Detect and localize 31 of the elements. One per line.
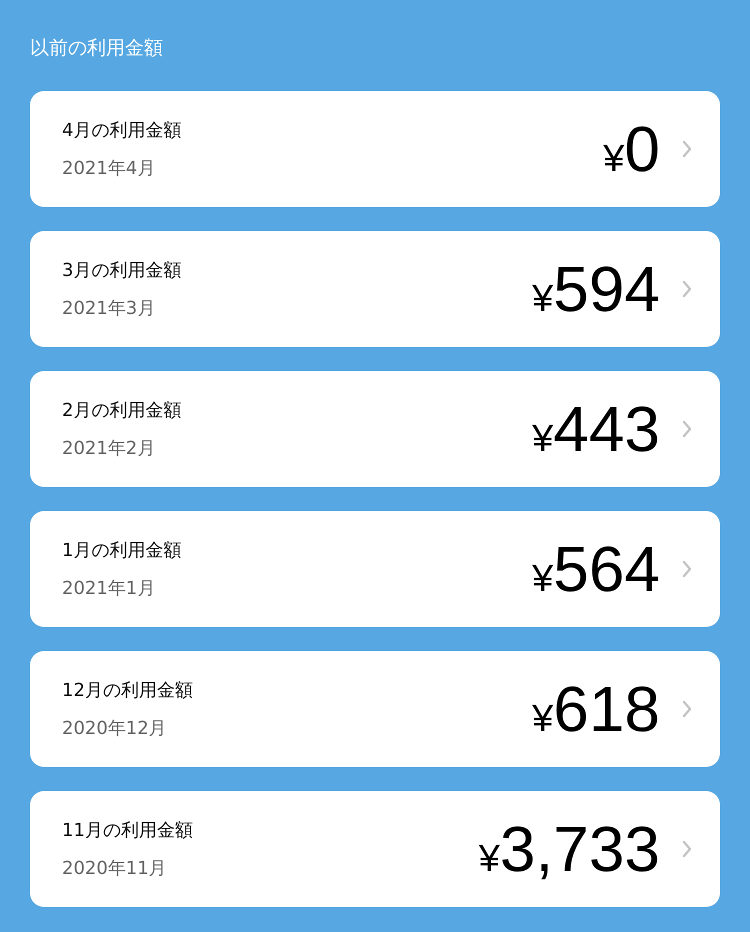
month-title: 4月の利用金額 (62, 119, 182, 142)
month-period: 2021年3月 (62, 297, 156, 320)
month-title: 2月の利用金額 (62, 399, 182, 422)
month-title: 12月の利用金額 (62, 679, 194, 702)
chevron-icon (682, 560, 692, 578)
month-period: 2021年4月 (62, 157, 156, 180)
month-card[interactable]: 4月の利用金額 2021年4月 ¥0 (30, 91, 720, 207)
amount: ¥443 (532, 397, 660, 461)
month-title: 1月の利用金額 (62, 539, 182, 562)
month-card[interactable]: 12月の利用金額 2020年12月 ¥618 (30, 651, 720, 767)
amount: ¥594 (532, 257, 660, 321)
month-period: 2021年2月 (62, 437, 156, 460)
chevron-icon (682, 280, 692, 298)
amount: ¥3,733 (478, 817, 660, 881)
month-card[interactable]: 3月の利用金額 2021年3月 ¥594 (30, 231, 720, 347)
chevron-icon (682, 420, 692, 438)
month-card[interactable]: 11月の利用金額 2020年11月 ¥3,733 (30, 791, 720, 907)
month-period: 2020年11月 (62, 857, 168, 880)
section-title: 以前の利用金額 (30, 36, 164, 61)
chevron-icon (682, 700, 692, 718)
chevron-icon (682, 140, 692, 158)
amount: ¥564 (532, 537, 660, 601)
month-period: 2021年1月 (62, 577, 156, 600)
month-title: 3月の利用金額 (62, 259, 182, 282)
amount: ¥0 (603, 117, 660, 181)
amount: ¥618 (532, 677, 660, 741)
month-card[interactable]: 2月の利用金額 2021年2月 ¥443 (30, 371, 720, 487)
month-period: 2020年12月 (62, 717, 168, 740)
chevron-icon (682, 840, 692, 858)
month-card[interactable]: 1月の利用金額 2021年1月 ¥564 (30, 511, 720, 627)
month-title: 11月の利用金額 (62, 819, 194, 842)
